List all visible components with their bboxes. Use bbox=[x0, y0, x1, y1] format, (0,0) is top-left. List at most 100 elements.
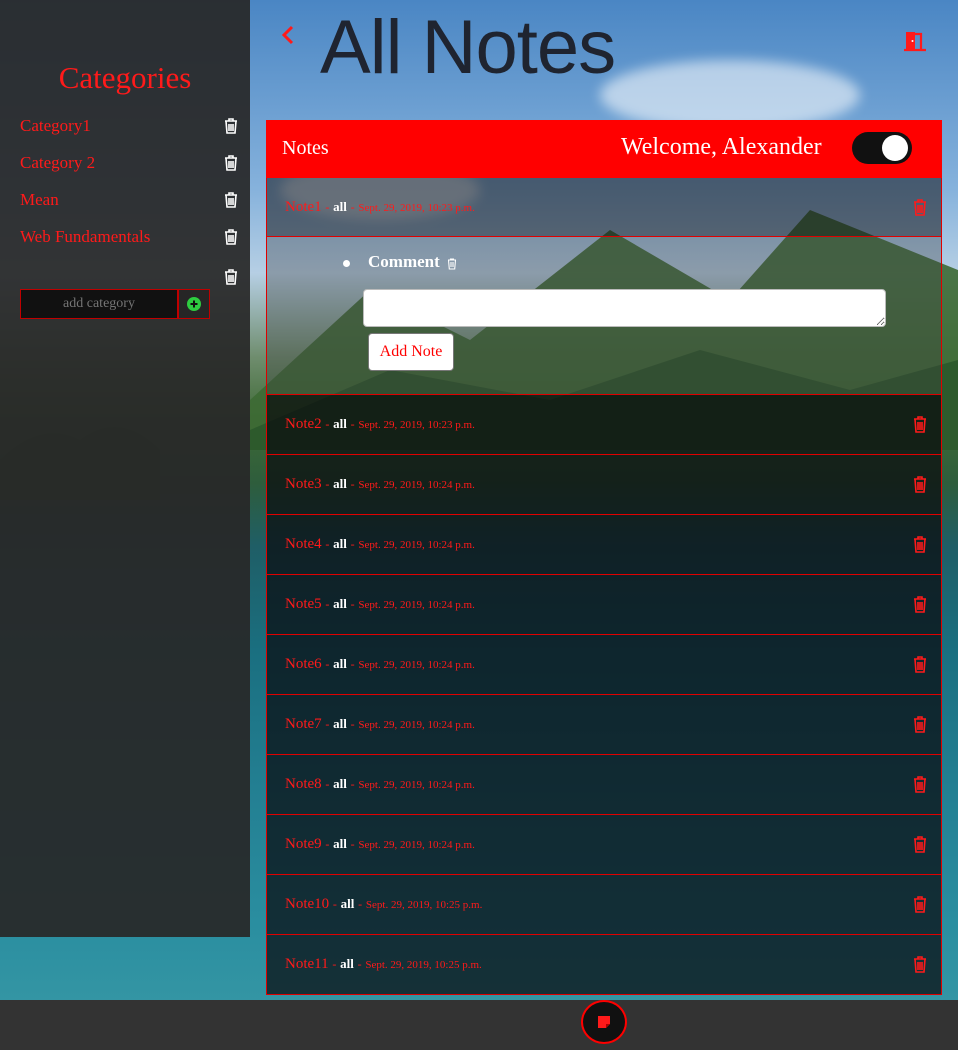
footer-note-button[interactable] bbox=[581, 1000, 627, 1044]
note-text: Note3 - all - Sept. 29, 2019, 10:24 p.m. bbox=[285, 476, 475, 492]
note-date: Sept. 29, 2019, 10:25 p.m. bbox=[365, 959, 482, 971]
note-text: Note10 - all - Sept. 29, 2019, 10:25 p.m… bbox=[285, 896, 483, 912]
trash-icon[interactable] bbox=[447, 258, 457, 270]
note-date: Sept. 29, 2019, 10:23 p.m. bbox=[358, 202, 475, 214]
chevron-left-icon[interactable] bbox=[280, 24, 296, 46]
note-text: Note8 - all - Sept. 29, 2019, 10:24 p.m. bbox=[285, 776, 475, 792]
note-date: Sept. 29, 2019, 10:24 p.m. bbox=[358, 719, 475, 731]
note-row[interactable]: Note5 - all - Sept. 29, 2019, 10:24 p.m. bbox=[266, 575, 942, 635]
note-date: Sept. 29, 2019, 10:24 p.m. bbox=[358, 659, 475, 671]
note-text: Note4 - all - Sept. 29, 2019, 10:24 p.m. bbox=[285, 536, 475, 552]
comment-textarea[interactable] bbox=[363, 289, 886, 327]
door-exit-icon[interactable] bbox=[903, 30, 927, 52]
note-category: all bbox=[333, 596, 347, 611]
note-text: Note2 - all - Sept. 29, 2019, 10:23 p.m. bbox=[285, 416, 475, 432]
note-category: all bbox=[333, 536, 347, 551]
trash-icon[interactable] bbox=[913, 416, 927, 433]
note-date: Sept. 29, 2019, 10:24 p.m. bbox=[358, 479, 475, 491]
theme-toggle[interactable] bbox=[852, 132, 912, 164]
toggle-knob bbox=[882, 135, 908, 161]
note-date: Sept. 29, 2019, 10:24 p.m. bbox=[358, 779, 475, 791]
note-row[interactable]: Note7 - all - Sept. 29, 2019, 10:24 p.m. bbox=[266, 695, 942, 755]
note-date: Sept. 29, 2019, 10:24 p.m. bbox=[358, 839, 475, 851]
note-name[interactable]: Note5 bbox=[285, 596, 322, 612]
note-name[interactable]: Note4 bbox=[285, 536, 322, 552]
category-label[interactable]: Mean bbox=[20, 190, 59, 210]
note-detail: Comment Add Note bbox=[266, 237, 942, 395]
note-name[interactable]: Note2 bbox=[285, 416, 322, 432]
note-row[interactable]: Note8 - all - Sept. 29, 2019, 10:24 p.m. bbox=[266, 755, 942, 815]
page-title: All Notes bbox=[320, 5, 616, 90]
comment-text: Comment bbox=[368, 252, 440, 271]
note-row[interactable]: Note9 - all - Sept. 29, 2019, 10:24 p.m. bbox=[266, 815, 942, 875]
trash-icon[interactable] bbox=[913, 956, 927, 973]
note-row[interactable]: Note11 - all - Sept. 29, 2019, 10:25 p.m… bbox=[266, 935, 942, 995]
note-text: Note6 - all - Sept. 29, 2019, 10:24 p.m. bbox=[285, 656, 475, 672]
note-text: Note1 - all - Sept. 29, 2019, 10:23 p.m. bbox=[285, 199, 475, 215]
trash-icon[interactable] bbox=[913, 716, 927, 733]
note-category: all bbox=[333, 416, 347, 431]
add-category-button[interactable] bbox=[178, 289, 210, 319]
trash-icon[interactable] bbox=[224, 269, 238, 285]
note-row[interactable]: Note1 - all - Sept. 29, 2019, 10:23 p.m. bbox=[266, 178, 942, 237]
footer-bar bbox=[0, 1000, 958, 1050]
notes-panel: Notes Welcome, Alexander Note1 - all - S… bbox=[266, 120, 942, 995]
trash-icon[interactable] bbox=[913, 656, 927, 673]
category-item[interactable]: Web Fundamentals bbox=[20, 227, 238, 253]
note-name[interactable]: Note10 bbox=[285, 896, 329, 912]
note-row[interactable]: Note4 - all - Sept. 29, 2019, 10:24 p.m. bbox=[266, 515, 942, 575]
categories-sidebar: Categories Category1 Category 2 Mean Web… bbox=[0, 0, 250, 937]
note-date: Sept. 29, 2019, 10:23 p.m. bbox=[358, 419, 475, 431]
trash-icon[interactable] bbox=[224, 118, 238, 134]
note-text: Note9 - all - Sept. 29, 2019, 10:24 p.m. bbox=[285, 836, 475, 852]
category-label[interactable]: Category1 bbox=[20, 116, 91, 136]
trash-icon[interactable] bbox=[913, 836, 927, 853]
note-category: all bbox=[333, 776, 347, 791]
trash-icon[interactable] bbox=[913, 776, 927, 793]
note-name[interactable]: Note3 bbox=[285, 476, 322, 492]
note-date: Sept. 29, 2019, 10:24 p.m. bbox=[358, 599, 475, 611]
notes-header-title: Notes bbox=[282, 137, 329, 159]
note-name[interactable]: Note11 bbox=[285, 956, 329, 972]
notes-header: Notes Welcome, Alexander bbox=[266, 120, 942, 178]
add-note-button[interactable]: Add Note bbox=[368, 333, 454, 371]
note-row[interactable]: Note3 - all - Sept. 29, 2019, 10:24 p.m. bbox=[266, 455, 942, 515]
note-row[interactable]: Note2 - all - Sept. 29, 2019, 10:23 p.m. bbox=[266, 395, 942, 455]
note-row[interactable]: Note6 - all - Sept. 29, 2019, 10:24 p.m. bbox=[266, 635, 942, 695]
note-text: Note7 - all - Sept. 29, 2019, 10:24 p.m. bbox=[285, 716, 475, 732]
note-name[interactable]: Note1 bbox=[285, 199, 322, 215]
trash-icon[interactable] bbox=[913, 896, 927, 913]
note-category: all bbox=[340, 896, 355, 911]
note-date: Sept. 29, 2019, 10:24 p.m. bbox=[358, 539, 475, 551]
category-item[interactable]: Mean bbox=[20, 190, 238, 216]
category-label[interactable]: Category 2 bbox=[20, 153, 95, 173]
trash-icon[interactable] bbox=[913, 596, 927, 613]
trash-icon[interactable] bbox=[224, 155, 238, 171]
trash-icon[interactable] bbox=[913, 536, 927, 553]
trash-icon[interactable] bbox=[913, 476, 927, 493]
note-name[interactable]: Note8 bbox=[285, 776, 322, 792]
note-icon bbox=[598, 1016, 610, 1028]
note-category: all bbox=[333, 716, 347, 731]
note-name[interactable]: Note9 bbox=[285, 836, 322, 852]
welcome-message: Welcome, Alexander bbox=[621, 134, 822, 160]
trash-icon[interactable] bbox=[224, 192, 238, 208]
note-category: all bbox=[333, 836, 347, 851]
note-date: Sept. 29, 2019, 10:25 p.m. bbox=[365, 899, 483, 911]
plus-circle-icon bbox=[187, 297, 201, 311]
add-category-input[interactable] bbox=[20, 289, 178, 319]
note-category: all bbox=[333, 656, 347, 671]
category-item[interactable]: Category1 bbox=[20, 116, 238, 142]
note-name[interactable]: Note6 bbox=[285, 656, 322, 672]
note-row[interactable]: Note10 - all - Sept. 29, 2019, 10:25 p.m… bbox=[266, 875, 942, 935]
trash-icon[interactable] bbox=[224, 229, 238, 245]
sidebar-title: Categories bbox=[58, 60, 192, 95]
note-name[interactable]: Note7 bbox=[285, 716, 322, 732]
category-item[interactable]: Category 2 bbox=[20, 153, 238, 179]
note-text: Note5 - all - Sept. 29, 2019, 10:24 p.m. bbox=[285, 596, 475, 612]
category-label[interactable]: Web Fundamentals bbox=[20, 227, 150, 247]
trash-icon[interactable] bbox=[913, 199, 927, 216]
note-category: all bbox=[333, 199, 347, 214]
comment-bullet bbox=[343, 260, 350, 267]
note-category: all bbox=[340, 956, 354, 971]
